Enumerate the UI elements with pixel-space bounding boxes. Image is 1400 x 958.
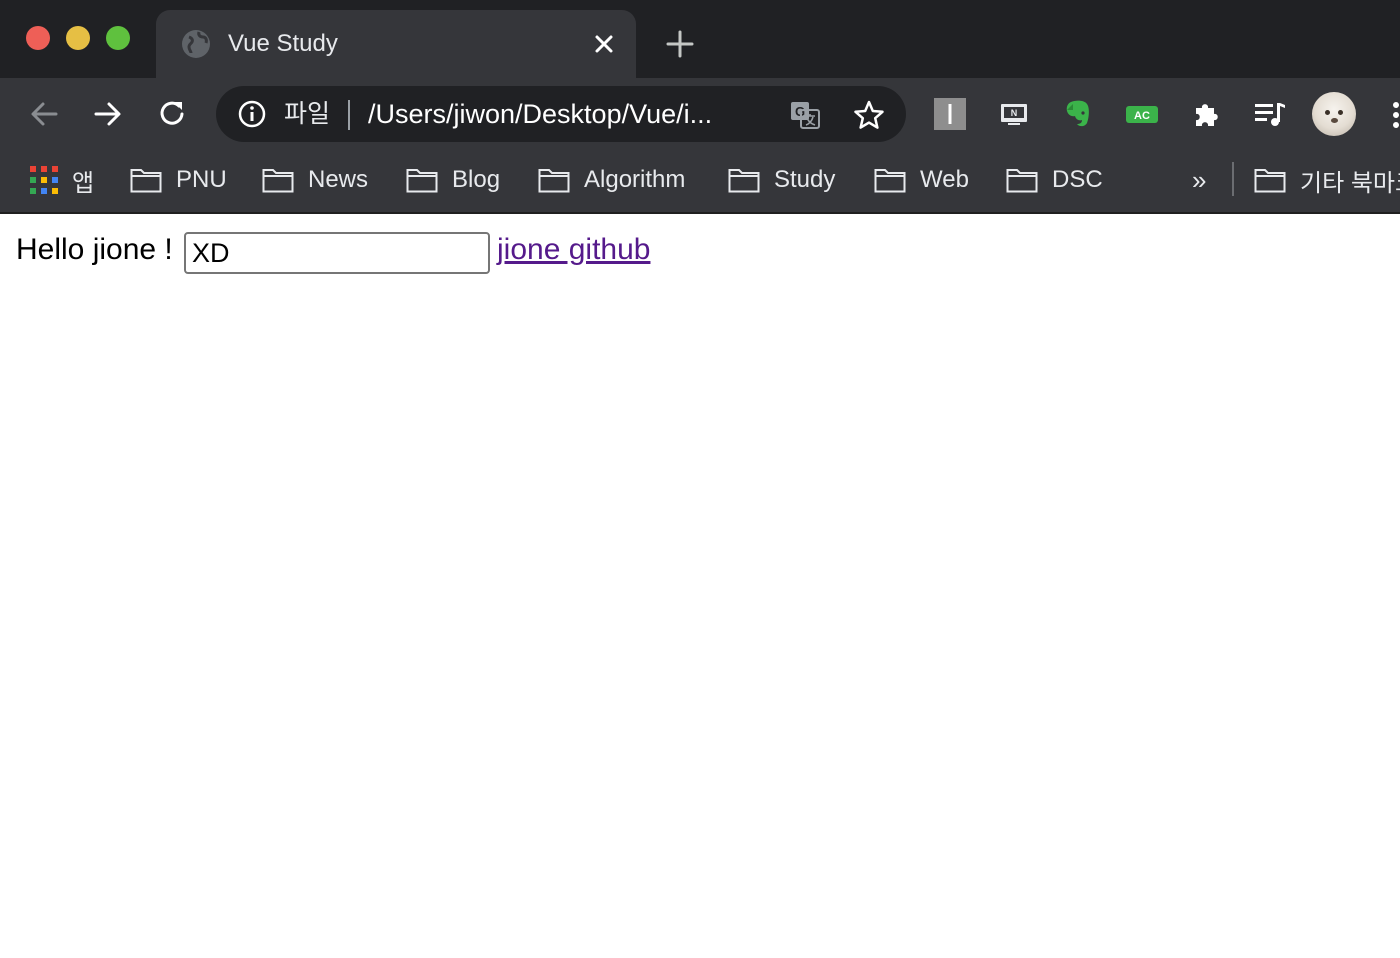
instapaper-icon[interactable] bbox=[932, 96, 968, 132]
tab-title: Vue Study bbox=[228, 30, 338, 57]
bookmark-label: News bbox=[308, 166, 369, 193]
reload-icon[interactable] bbox=[154, 96, 190, 132]
bookmark-folder-other[interactable]: 기타 북마크 bbox=[1254, 164, 1400, 197]
window-close-button[interactable] bbox=[26, 26, 50, 50]
bookmark-folder-web[interactable]: Web bbox=[874, 164, 969, 196]
back-icon[interactable] bbox=[26, 96, 62, 132]
title-bar: Vue Study bbox=[0, 0, 1400, 78]
bookmark-label: Study bbox=[774, 166, 836, 193]
folder-icon bbox=[1006, 169, 1038, 193]
folder-icon bbox=[130, 169, 162, 193]
name-input[interactable] bbox=[184, 232, 490, 274]
bookmark-label: PNU bbox=[176, 166, 227, 193]
forward-icon[interactable] bbox=[90, 96, 126, 132]
page-content: Hello jione ! jione github bbox=[0, 216, 1400, 958]
avatar-eye bbox=[1338, 110, 1343, 115]
globe-icon bbox=[182, 30, 210, 58]
puzzle-icon[interactable] bbox=[1188, 96, 1224, 132]
bookmark-label: 기타 북마크 bbox=[1300, 169, 1400, 197]
folder-icon bbox=[406, 169, 438, 193]
bookmark-folder-dsc[interactable]: DSC bbox=[1006, 164, 1103, 196]
bookmark-label: Algorithm bbox=[584, 166, 686, 193]
bookmark-apps-label: 앱 bbox=[72, 169, 95, 197]
folder-icon bbox=[874, 169, 906, 193]
folder-icon bbox=[1254, 169, 1286, 193]
menu-kebab-icon[interactable] bbox=[1388, 100, 1400, 130]
notion-clipper-icon[interactable]: N bbox=[996, 96, 1032, 132]
browser-toolbar: 파일 /Users/jiwon/Desktop/Vue/i... G N AC bbox=[0, 78, 1400, 150]
bookmarks-divider bbox=[1232, 162, 1234, 196]
address-divider bbox=[348, 100, 350, 130]
new-tab-icon[interactable] bbox=[664, 28, 696, 60]
bookmark-folder-algorithm[interactable]: Algorithm bbox=[538, 164, 685, 196]
bookmarks-overflow-button[interactable]: » bbox=[1192, 164, 1206, 196]
avatar-nose bbox=[1331, 118, 1338, 123]
window-maximize-button[interactable] bbox=[106, 26, 130, 50]
svg-text:N: N bbox=[1011, 108, 1018, 118]
svg-text:AC: AC bbox=[1134, 110, 1150, 122]
bookmark-folder-study[interactable]: Study bbox=[728, 164, 835, 196]
info-icon[interactable] bbox=[236, 98, 268, 130]
tab-vue-study[interactable]: Vue Study bbox=[156, 10, 636, 78]
folder-icon bbox=[728, 169, 760, 193]
bookmark-label: DSC bbox=[1052, 166, 1103, 193]
media-queue-icon[interactable] bbox=[1252, 96, 1288, 132]
bookmark-apps[interactable]: 앱 bbox=[30, 164, 95, 197]
ac-extension-icon[interactable]: AC bbox=[1124, 96, 1160, 132]
bookmark-label: Blog bbox=[452, 166, 501, 193]
bookmark-label: Web bbox=[920, 166, 969, 193]
address-bar[interactable]: 파일 /Users/jiwon/Desktop/Vue/i... G bbox=[216, 86, 906, 142]
folder-icon bbox=[262, 169, 294, 193]
folder-icon bbox=[538, 169, 570, 193]
profile-avatar[interactable] bbox=[1312, 92, 1356, 136]
window-minimize-button[interactable] bbox=[66, 26, 90, 50]
bookmark-folder-news[interactable]: News bbox=[262, 164, 368, 196]
bookmark-folder-blog[interactable]: Blog bbox=[406, 164, 500, 196]
bookmarks-bar: 앱 PNU News Blog Algorithm Study Web DSC … bbox=[0, 150, 1400, 214]
evernote-icon[interactable] bbox=[1060, 96, 1096, 132]
avatar-eye bbox=[1325, 110, 1330, 115]
github-link[interactable]: jione github bbox=[497, 232, 650, 268]
address-scheme: 파일 bbox=[284, 100, 331, 128]
star-icon[interactable] bbox=[852, 98, 886, 132]
greeting-text: Hello jione ! bbox=[16, 233, 173, 266]
tab-close-icon[interactable] bbox=[590, 30, 618, 58]
translate-icon[interactable]: G bbox=[788, 98, 822, 132]
apps-grid-icon bbox=[30, 166, 58, 194]
address-url[interactable]: /Users/jiwon/Desktop/Vue/i... bbox=[368, 96, 768, 132]
bookmark-folder-pnu[interactable]: PNU bbox=[130, 164, 227, 196]
